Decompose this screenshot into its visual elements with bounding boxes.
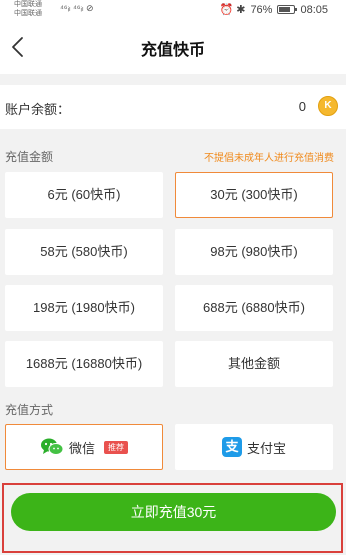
alipay-icon: 支 (221, 437, 242, 457)
signal-icons: ⁴⁶ᵢₗ ⁴⁶ᵢₗ ⊘ (60, 3, 94, 13)
alarm-bluetooth-icons: ⏰ ✱ (219, 4, 246, 16)
carrier-1: 中国联通 (14, 1, 42, 8)
charge-area-highlight: 立即充值30元 (2, 483, 343, 553)
method-section-label: 充值方式 (5, 403, 54, 417)
alipay-content: 支 支付宝 (176, 425, 332, 469)
minor-notice: 不提倡未成年人进行充值消费 (204, 153, 334, 164)
pay-method-wechat[interactable]: 微信 推荐 (5, 424, 163, 470)
pay-method-alipay[interactable]: 支 支付宝 (175, 424, 333, 470)
amount-option-688[interactable]: 688元 (6880快币) (175, 285, 333, 331)
balance-value: 0 (298, 99, 306, 114)
charge-now-button[interactable]: 立即充值30元 (11, 493, 336, 531)
recommend-badge: 推荐 (104, 440, 128, 454)
status-right: ⏰ ✱ 76% 08:05 (219, 3, 328, 17)
page-title: 充值快币 (140, 42, 205, 59)
amount-option-58[interactable]: 58元 (580快币) (5, 229, 163, 275)
wechat-content: 微信 推荐 (6, 425, 162, 469)
amount-option-6[interactable]: 6元 (60快币) (5, 172, 163, 218)
wechat-icon (40, 437, 64, 457)
amount-option-1688[interactable]: 1688元 (16880快币) (5, 341, 163, 387)
carrier-info: 中国联通 中国联通 (14, 0, 42, 18)
amount-option-98[interactable]: 98元 (980快币) (175, 229, 333, 275)
battery-percent: 76% (250, 3, 273, 16)
amount-section-label: 充值金额 (5, 150, 54, 164)
balance-row: 账户余额： 0 K (0, 85, 346, 129)
wechat-label: 微信 (68, 440, 95, 456)
coin-icon: K (318, 96, 338, 116)
alipay-label: 支付宝 (246, 440, 286, 456)
balance-label: 账户余额： (5, 102, 71, 117)
amount-option-198[interactable]: 198元 (1980快币) (5, 285, 163, 331)
carrier-2: 中国联通 (14, 10, 42, 17)
battery-icon (277, 5, 298, 14)
amount-option-30[interactable]: 30元 (300快币) (175, 172, 333, 218)
status-bar: 中国联通 中国联通 ⁴⁶ᵢₗ ⁴⁶ᵢₗ ⊘ ⏰ ✱ 76% 08:05 (0, 0, 346, 20)
amount-option-other[interactable]: 其他金额 (175, 341, 333, 387)
nav-bar: 充值快币 (0, 20, 346, 74)
clock: 08:05 (300, 3, 328, 16)
